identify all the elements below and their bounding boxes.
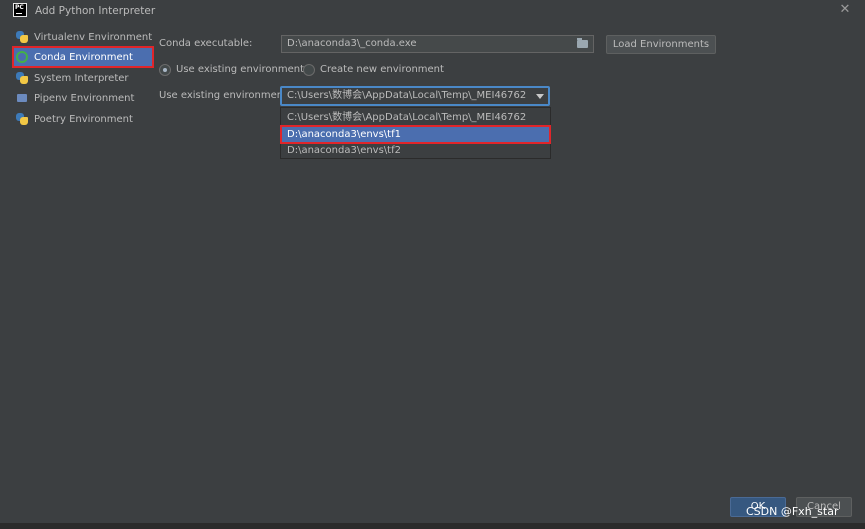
sidebar-item-label: Conda Environment: [34, 51, 133, 63]
radio-create-new-label[interactable]: Create new environment: [320, 64, 444, 75]
sidebar-item-label: System Interpreter: [34, 72, 129, 84]
watermark: CSDN @Fxh_star: [746, 505, 839, 518]
radio-use-existing[interactable]: [159, 64, 171, 76]
conda-executable-label: Conda executable:: [159, 38, 253, 49]
environment-dropdown-list: C:\Users\数博会\AppData\Local\Temp\_MEI4676…: [280, 107, 551, 159]
python-icon: [16, 72, 28, 84]
close-icon[interactable]: ✕: [838, 3, 852, 17]
sidebar: Virtualenv Environment Conda Environment…: [0, 24, 154, 134]
sidebar-item-pipenv[interactable]: Pipenv Environment: [13, 88, 153, 108]
window-title: Add Python Interpreter: [35, 5, 156, 17]
conda-executable-field[interactable]: D:\anaconda3\_conda.exe: [281, 35, 594, 53]
sidebar-item-virtualenv[interactable]: Virtualenv Environment: [13, 27, 153, 47]
folder-icon[interactable]: [577, 38, 588, 48]
python-icon: [16, 31, 28, 43]
dropdown-option[interactable]: C:\Users\数博会\AppData\Local\Temp\_MEI4676…: [281, 109, 550, 126]
conda-icon: [16, 51, 28, 63]
sidebar-item-label: Virtualenv Environment: [34, 31, 153, 43]
sidebar-item-conda[interactable]: Conda Environment: [12, 46, 154, 68]
existing-environment-dropdown[interactable]: C:\Users\数博会\AppData\Local\Temp\_MEI4676…: [280, 86, 550, 106]
sidebar-item-label: Poetry Environment: [34, 113, 133, 125]
python-icon: [16, 113, 28, 125]
sidebar-item-label: Pipenv Environment: [34, 92, 135, 104]
pipenv-icon: [16, 92, 28, 104]
conda-executable-value: D:\anaconda3\_conda.exe: [287, 38, 417, 49]
pycharm-logo-icon: PC: [13, 3, 27, 17]
bottom-edge: [0, 523, 865, 529]
load-environments-button[interactable]: Load Environments: [606, 35, 716, 54]
sidebar-item-system[interactable]: System Interpreter: [13, 68, 153, 88]
sidebar-item-poetry[interactable]: Poetry Environment: [13, 109, 153, 129]
dropdown-option-selected[interactable]: D:\anaconda3\envs\tf1: [280, 125, 551, 144]
title-bar: PC Add Python Interpreter ✕: [0, 0, 865, 22]
dropdown-value: C:\Users\数博会\AppData\Local\Temp\_MEI4676…: [287, 90, 527, 101]
chevron-down-icon[interactable]: [536, 94, 544, 99]
radio-use-existing-label[interactable]: Use existing environment: [176, 64, 304, 75]
dropdown-option[interactable]: D:\anaconda3\envs\tf2: [281, 142, 550, 159]
radio-create-new[interactable]: [303, 64, 315, 76]
existing-environment-label: Use existing environment:: [159, 90, 291, 101]
